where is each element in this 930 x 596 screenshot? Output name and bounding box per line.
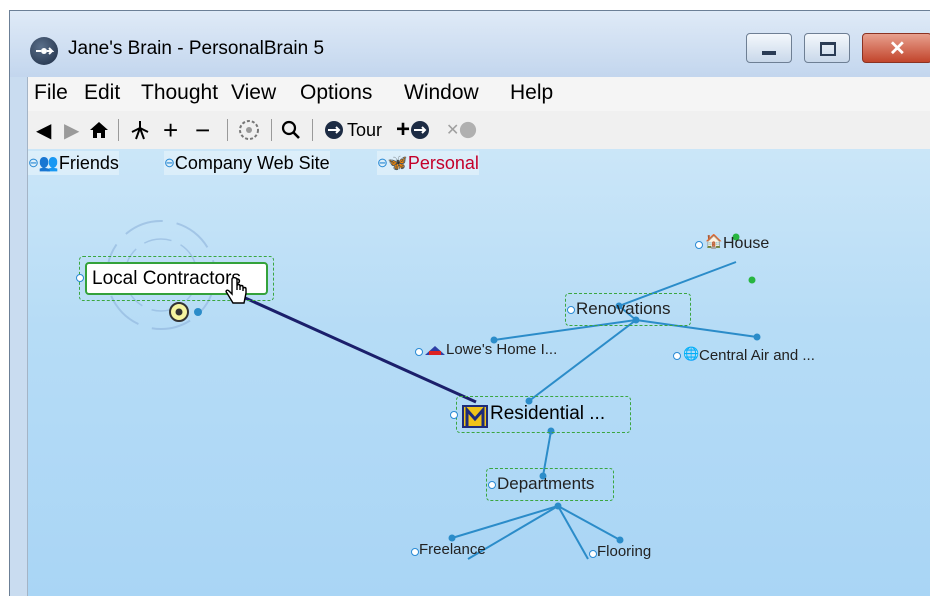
- tour-icon: [325, 121, 343, 139]
- thought-renovations[interactable]: Renovations: [576, 299, 671, 319]
- residential-logo-icon: [462, 405, 488, 428]
- remove-thought-icon[interactable]: −: [195, 115, 210, 145]
- tour-label: Tour: [347, 119, 383, 140]
- menu-thought[interactable]: Thought: [141, 81, 218, 105]
- menu-view[interactable]: View: [231, 81, 276, 105]
- thought-residential[interactable]: Residential ...: [490, 403, 605, 425]
- thought-links: [106, 220, 761, 560]
- close-icon: ✕: [889, 38, 906, 60]
- title-bar[interactable]: Jane's Brain - PersonalBrain 5 ✕: [10, 11, 930, 77]
- gate-icon[interactable]: [411, 548, 419, 556]
- toolbar-separator: [312, 119, 313, 141]
- remove-tour-icon[interactable]: ✕: [446, 117, 477, 143]
- plex-canvas[interactable]: ⊖ 👥 Friends ⊖ Company Web Site ⊖ 🦋 Perso…: [28, 149, 930, 596]
- hand-cursor-icon: [225, 277, 247, 304]
- add-thought-icon[interactable]: +: [163, 115, 178, 145]
- gate-icon[interactable]: [450, 411, 458, 419]
- gate-icon[interactable]: [488, 481, 496, 489]
- thought-flooring[interactable]: Flooring: [597, 543, 651, 560]
- house-icon: 🏠: [705, 233, 723, 249]
- app-window: Jane's Brain - PersonalBrain 5 ✕ File Ed…: [9, 10, 930, 596]
- child-gate-icon[interactable]: [169, 301, 189, 323]
- thought-house[interactable]: House: [723, 235, 769, 253]
- gate-icon[interactable]: [415, 348, 423, 356]
- menu-bar: File Edit Thought View Options Window He…: [28, 77, 930, 112]
- hierarchy-icon[interactable]: [128, 117, 152, 143]
- active-thought-label: Local Contractors: [92, 267, 241, 289]
- thought-central-air[interactable]: Central Air and ...: [699, 347, 815, 364]
- network-view-icon[interactable]: [237, 117, 261, 143]
- window-content: File Edit Thought View Options Window He…: [27, 77, 930, 596]
- gate-icon[interactable]: [567, 306, 575, 314]
- toolbar-separator: [227, 119, 228, 141]
- home-icon[interactable]: [89, 117, 109, 143]
- gate-dot: [753, 333, 761, 341]
- search-icon[interactable]: [280, 117, 302, 143]
- maximize-button[interactable]: [804, 33, 850, 63]
- close-button[interactable]: ✕: [862, 33, 930, 63]
- link-departments-freelance: [451, 505, 559, 539]
- window-title: Jane's Brain - PersonalBrain 5: [68, 38, 325, 59]
- menu-file[interactable]: File: [34, 81, 68, 105]
- menu-help[interactable]: Help: [510, 81, 553, 105]
- thought-lowes[interactable]: Lowe's Home I...: [446, 341, 557, 358]
- web-page-icon: 🌐: [683, 346, 700, 361]
- gate-icon[interactable]: [76, 274, 84, 282]
- add-tour-icon[interactable]: +: [396, 116, 430, 143]
- back-icon[interactable]: ◀: [36, 117, 51, 143]
- gate-dot: [748, 276, 756, 284]
- thought-freelance[interactable]: Freelance: [419, 541, 486, 558]
- toolbar-separator: [118, 119, 119, 141]
- gate-dot: [194, 308, 202, 316]
- forward-icon[interactable]: ▶: [64, 117, 79, 143]
- gate-icon[interactable]: [695, 241, 703, 249]
- lowes-logo-icon: [425, 346, 445, 355]
- menu-window[interactable]: Window: [404, 81, 479, 105]
- gate-dot: [554, 502, 562, 510]
- gate-icon[interactable]: [589, 550, 597, 558]
- menu-edit[interactable]: Edit: [84, 81, 120, 105]
- gate-icon[interactable]: [673, 352, 681, 360]
- menu-options[interactable]: Options: [300, 81, 372, 105]
- thought-departments[interactable]: Departments: [497, 474, 594, 494]
- tour-button[interactable]: Tour: [324, 117, 382, 143]
- minimize-button[interactable]: [746, 33, 792, 63]
- toolbar: ◀ ▶ + − Tour + ✕: [28, 111, 930, 149]
- brain-app-icon: [30, 37, 58, 65]
- toolbar-separator: [271, 119, 272, 141]
